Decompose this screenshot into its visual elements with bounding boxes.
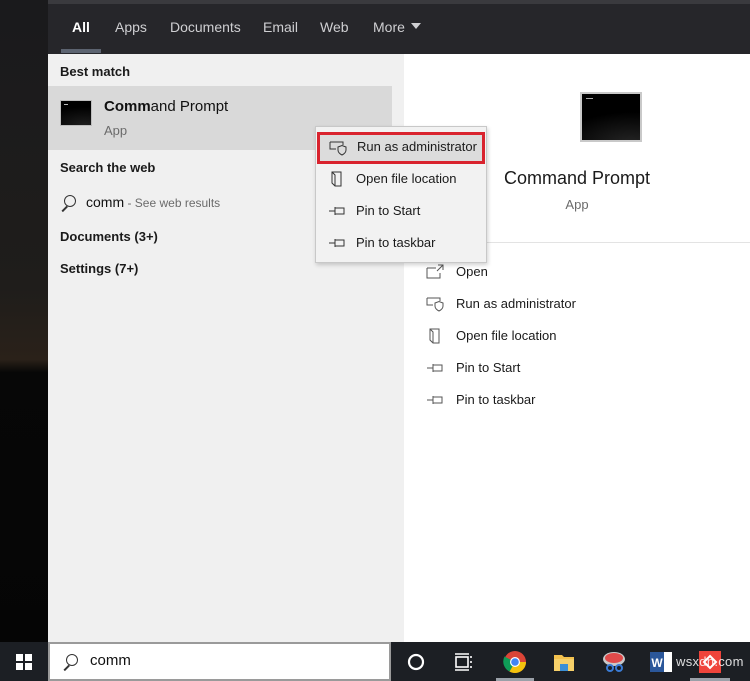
context-menu-pin-to-start-label: Pin to Start [356,203,421,218]
context-menu-open-file-location[interactable]: Open file location [316,164,486,194]
search-query-text: comm [90,652,131,669]
search-filter-tabs: All Apps Documents Email Web More [48,4,750,54]
start-search-panel: All Apps Documents Email Web More Best m… [48,4,750,642]
start-button[interactable] [0,642,48,681]
action-open-file-location-label: Open file location [456,328,557,343]
context-menu-run-as-admin-label: Run as administrator [357,139,477,154]
task-view-icon[interactable] [447,646,479,678]
pin-icon [427,364,443,372]
pin-icon [427,396,443,404]
taskbar: comm W [0,642,750,681]
search-web-heading: Search the web [60,160,156,175]
action-pin-to-taskbar-label: Pin to taskbar [456,392,536,407]
cortana-icon[interactable] [400,646,432,678]
context-menu-open-file-location-label: Open file location [356,171,457,186]
command-prompt-icon [60,100,92,126]
context-menu-pin-to-taskbar-label: Pin to taskbar [356,235,436,250]
command-prompt-icon [580,92,642,142]
best-match-title: Command Prompt [104,98,228,115]
search-icon [60,195,76,211]
chrome-icon[interactable] [499,646,531,678]
tab-web[interactable]: Web [320,4,349,54]
context-menu: Run as administrator Open file location … [315,126,487,263]
folder-icon[interactable] [548,646,580,678]
search-icon [62,654,78,670]
best-match-title-rest: and Prompt [150,98,229,115]
run-as-admin-icon [426,297,444,312]
action-open-label: Open [456,264,488,279]
tab-more[interactable]: More [373,4,421,54]
watermark-text: wsxdn.com [676,654,744,669]
active-tab-indicator [61,49,101,53]
context-menu-pin-to-taskbar[interactable]: Pin to taskbar [316,228,486,258]
svg-text:W: W [651,656,663,670]
pin-icon [329,239,345,247]
file-location-icon [331,171,342,187]
best-match-heading: Best match [60,64,131,79]
run-as-admin-icon [329,141,347,156]
windows-logo-icon [16,654,32,670]
tab-documents[interactable]: Documents [170,4,241,54]
desktop-background [0,0,48,642]
tab-more-label: More [373,19,405,35]
snipping-tool-icon[interactable] [598,646,630,678]
context-menu-run-as-admin[interactable]: Run as administrator [317,132,485,164]
open-icon [426,264,444,279]
web-result-item[interactable]: comm - See web results [60,191,220,213]
taskbar-search-input[interactable]: comm [48,642,391,681]
web-result-query: comm [86,194,125,210]
category-settings[interactable]: Settings (7+) [60,261,138,276]
best-match-subtitle: App [104,123,128,138]
pin-icon [329,207,345,215]
action-pin-to-start-label: Pin to Start [456,360,521,375]
tab-all[interactable]: All [72,4,90,54]
chevron-down-icon [410,23,421,30]
word-icon[interactable]: W [645,646,677,678]
file-location-icon [429,328,440,344]
tab-apps[interactable]: Apps [115,4,147,54]
action-run-as-admin-label: Run as administrator [456,296,576,311]
best-match-title-match: Comm [104,98,151,115]
category-documents[interactable]: Documents (3+) [60,229,158,244]
context-menu-pin-to-start[interactable]: Pin to Start [316,196,486,226]
tab-email[interactable]: Email [263,4,298,54]
web-result-suffix: - See web results [124,196,221,210]
